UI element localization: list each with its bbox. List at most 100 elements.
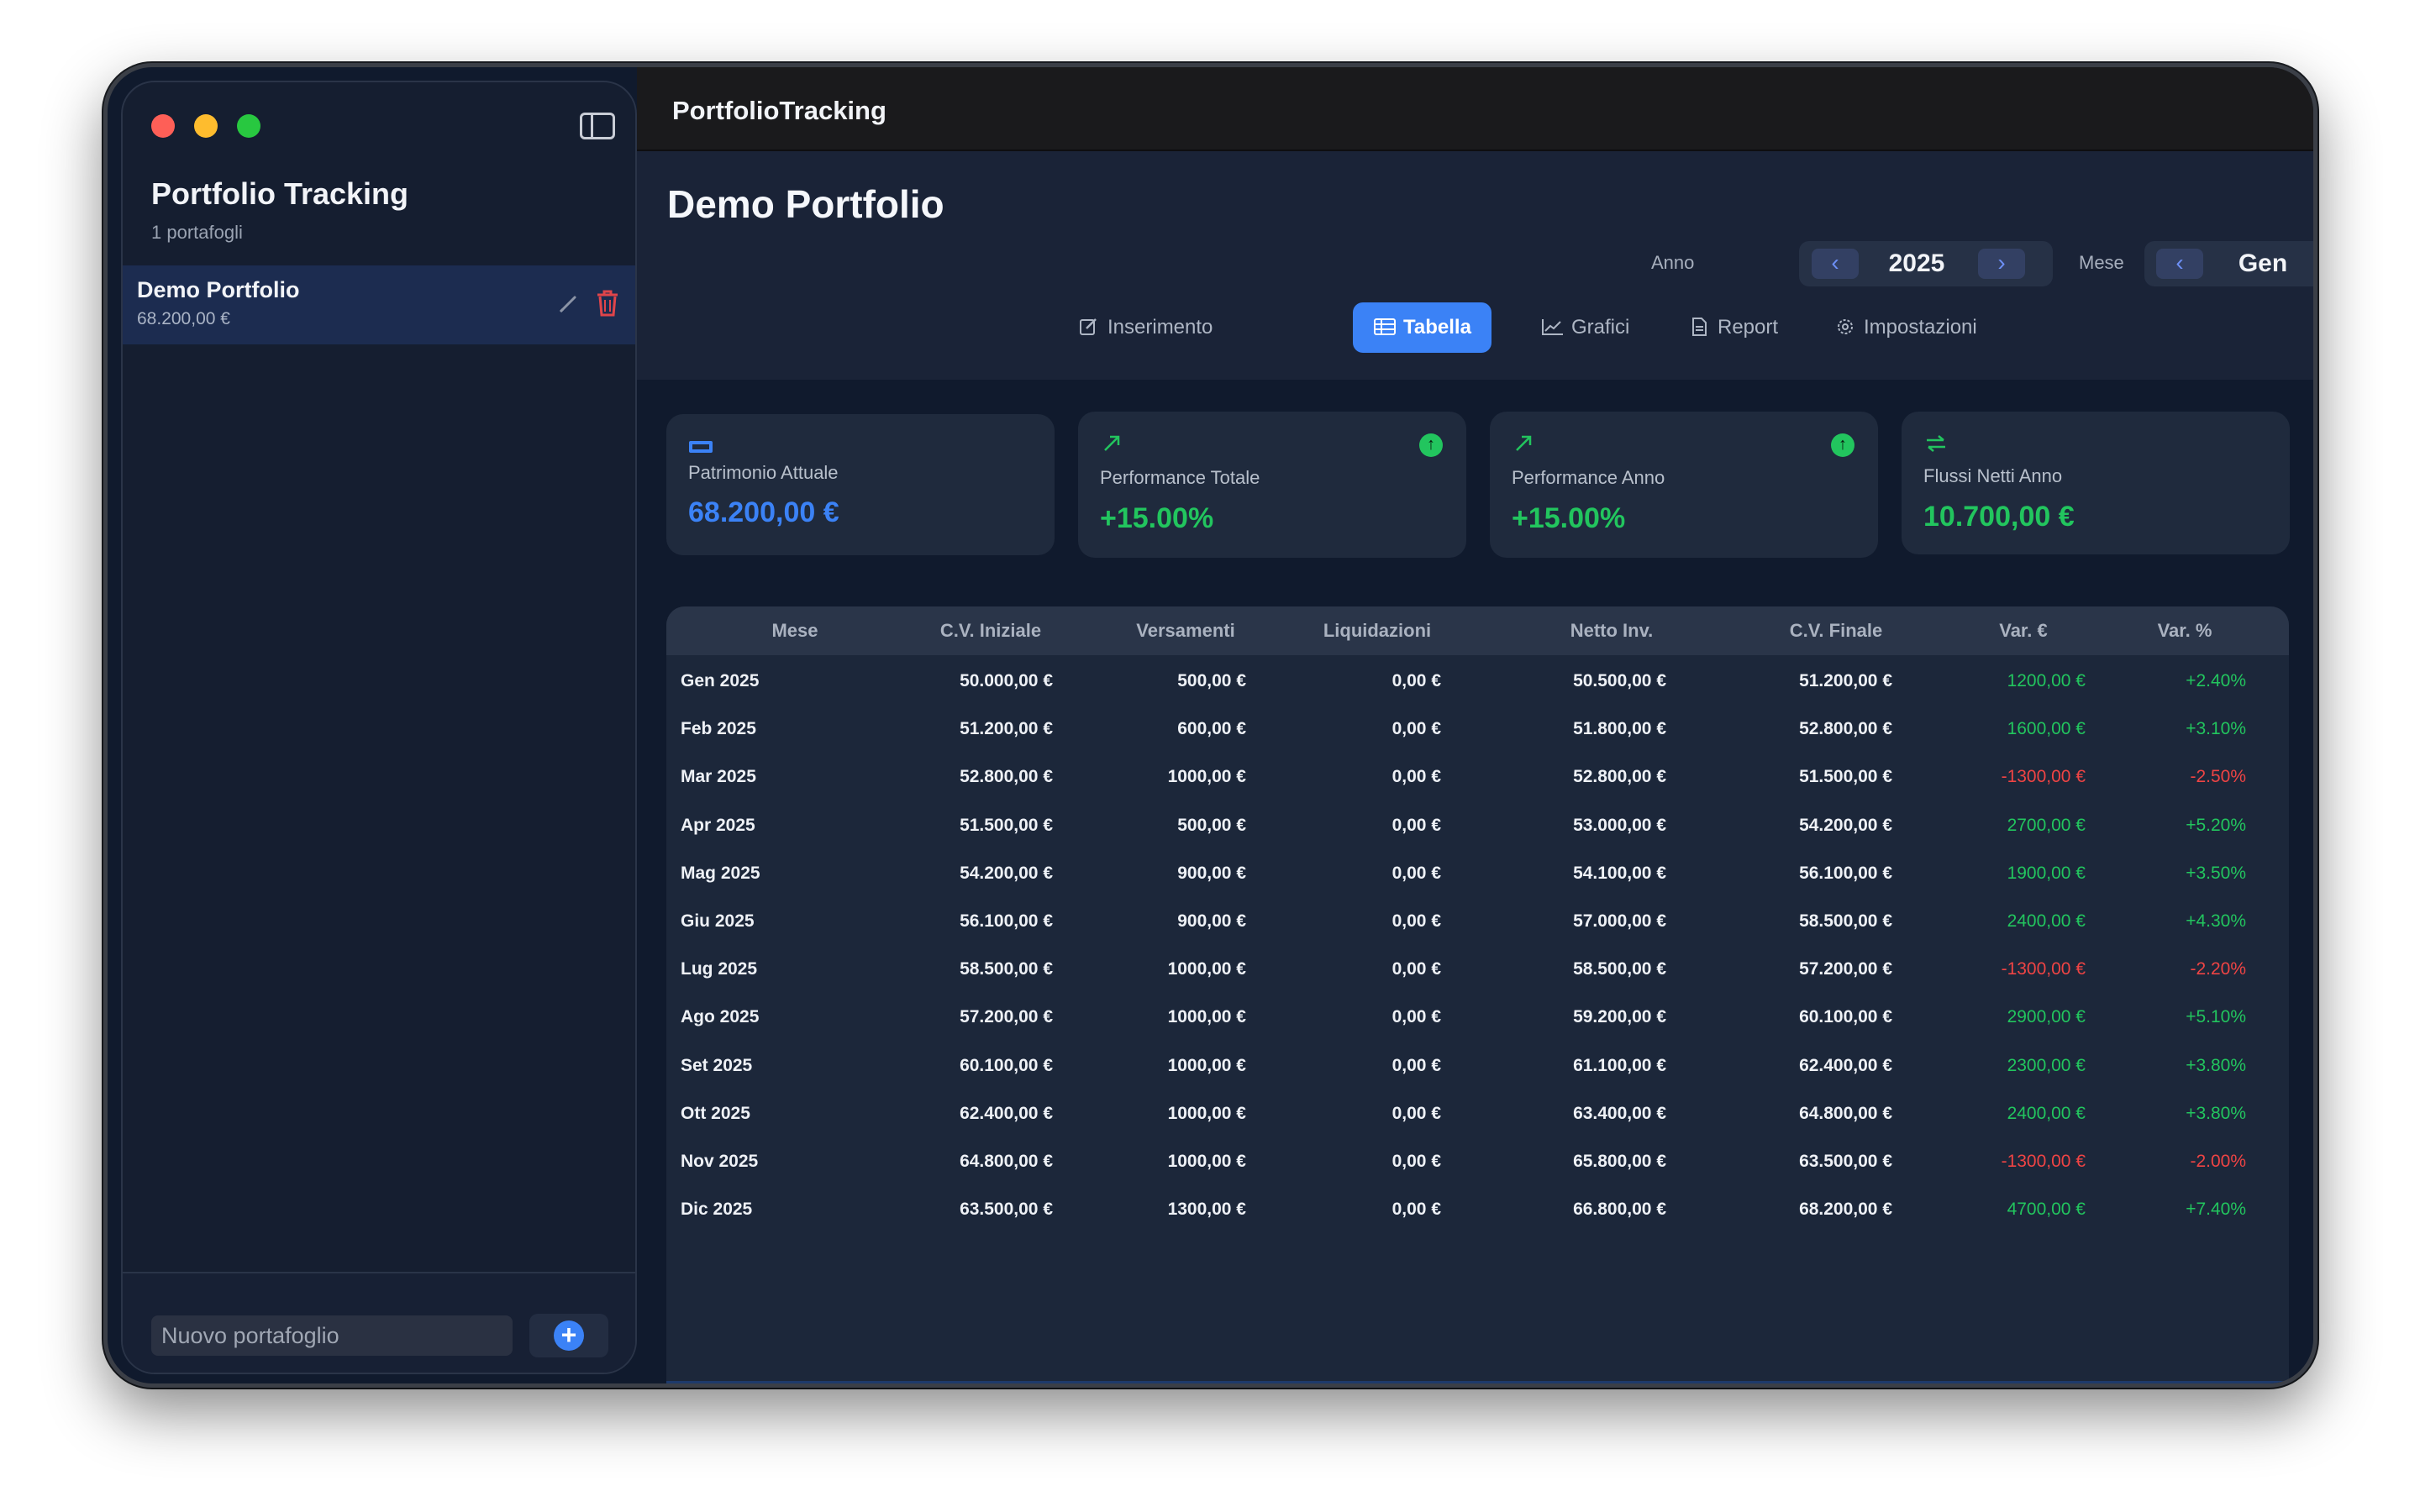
cell-cv-iniziale: 62.400,00 € — [960, 1103, 1053, 1123]
tab-impostazioni[interactable]: Impostazioni — [1813, 302, 1997, 353]
zoom-window-button[interactable] — [237, 114, 260, 138]
cell-var-pct: +5.20% — [2186, 815, 2246, 835]
cell-cv-finale: 56.100,00 € — [1799, 863, 1892, 883]
cell-liquidazioni: 0,00 € — [1392, 671, 1441, 690]
cell-cv-iniziale: 57.200,00 € — [960, 1007, 1053, 1027]
sidebar-item-demo-portfolio[interactable]: Demo Portfolio 68.200,00 € — [123, 265, 635, 344]
app-window: Portfolio Tracking 1 portafogli Demo Por… — [103, 63, 2317, 1388]
monthly-table: Mese C.V. Iniziale Versamenti Liquidazioni N… — [666, 606, 2289, 1383]
table-row[interactable]: Lug 2025 58.500,00 €1000,00 €0,00 €58.500… — [666, 945, 2289, 993]
cell-versamenti: 1000,00 € — [1167, 959, 1246, 979]
trend-up-icon — [1104, 435, 1120, 451]
cell-cv-iniziale: 50.000,00 € — [960, 671, 1053, 690]
month-prev-button[interactable]: ‹ — [2156, 249, 2203, 279]
table-row[interactable]: Gen 2025 50.000,00 €500,00 €0,00 €50.500,… — [666, 657, 2289, 705]
table-row[interactable]: Ott 2025 62.400,00 €1000,00 €0,00 €63.400… — [666, 1089, 2289, 1137]
cell-liquidazioni: 0,00 € — [1392, 1152, 1441, 1171]
cell-var-pct: -2.20% — [2190, 959, 2246, 979]
pencil-icon[interactable] — [556, 291, 581, 316]
table-row[interactable]: Mag 2025 54.200,00 €900,00 €0,00 €54.100,… — [666, 849, 2289, 897]
cell-cv-iniziale: 60.100,00 € — [960, 1055, 1053, 1075]
column-header-versamenti: Versamenti — [1136, 620, 1235, 641]
column-header-cv-finale: C.V. Finale — [1789, 620, 1883, 641]
cell-cv-iniziale: 54.200,00 € — [960, 863, 1053, 883]
table-totals-row: TOTALE-10.700,00 €0,00 €-68.200,00 €18.2… — [666, 1381, 2289, 1383]
table-row[interactable]: Feb 2025 51.200,00 €600,00 €0,00 €51.800,… — [666, 705, 2289, 753]
card-label: Performance Totale — [1100, 467, 1260, 488]
table-row[interactable]: Dic 2025 63.500,00 €1300,00 €0,00 €66.800… — [666, 1185, 2289, 1233]
add-portfolio-button[interactable]: + — [529, 1314, 608, 1357]
table-row[interactable]: Set 2025 60.100,00 €1000,00 €0,00 €61.100… — [666, 1042, 2289, 1089]
cell-var-pct: +4.30% — [2186, 911, 2246, 931]
page-title: Demo Portfolio — [667, 182, 944, 226]
plus-icon: + — [554, 1320, 584, 1351]
cell-var-pct: +15.00% — [2019, 1381, 2238, 1383]
cell-var-pct: +3.80% — [2186, 1103, 2246, 1123]
table-row[interactable]: Ago 2025 57.200,00 €1000,00 €0,00 €59.200… — [666, 993, 2289, 1041]
close-window-button[interactable] — [151, 114, 175, 138]
tab-inserimento[interactable]: Inserimento — [1057, 302, 1233, 353]
tab-tabella[interactable]: Tabella — [1353, 302, 1491, 353]
cell-cv-finale: 51.500,00 € — [1799, 767, 1892, 787]
cell-versamenti: 1300,00 € — [1167, 1200, 1246, 1220]
edit-icon — [1080, 318, 1097, 335]
cell-versamenti: 900,00 € — [1177, 863, 1246, 883]
new-portfolio-input[interactable] — [151, 1315, 513, 1356]
app-title: PortfolioTracking — [672, 96, 886, 125]
cell-cv-finale: 63.500,00 € — [1799, 1152, 1892, 1171]
cell-liquidazioni: 0,00 € — [1392, 1007, 1441, 1027]
year-next-button[interactable]: › — [1978, 249, 2025, 279]
tab-report[interactable]: Report — [1667, 302, 1798, 353]
cell-liquidazioni: 0,00 € — [1392, 815, 1441, 835]
cell-cv-iniziale: 52.800,00 € — [960, 767, 1053, 787]
year-prev-button[interactable]: ‹ — [1812, 249, 1859, 279]
card-label: Performance Anno — [1512, 467, 1665, 488]
cell-liquidazioni: 0,00 € — [1392, 719, 1441, 739]
table-row[interactable]: Giu 2025 56.100,00 €900,00 €0,00 €57.000,… — [666, 897, 2289, 945]
cell-liquidazioni: 0,00 € — [1392, 911, 1441, 931]
cell-liquidazioni: 0,00 € — [1392, 1055, 1441, 1075]
arrow-up-circle-icon: ↑ — [1419, 433, 1443, 457]
trash-icon[interactable] — [595, 289, 620, 318]
column-header-var-pct: Var. % — [2157, 620, 2212, 641]
cell-netto-inv: 66.800,00 € — [1573, 1200, 1666, 1220]
tab-label: Impostazioni — [1864, 316, 1977, 339]
card-label: Patrimonio Attuale — [688, 462, 839, 483]
cell-netto-inv: 59.200,00 € — [1573, 1007, 1666, 1027]
tab-grafici[interactable]: Grafici — [1521, 302, 1649, 353]
portfolio-name: Demo Portfolio — [137, 277, 300, 302]
table-row[interactable]: Apr 2025 51.500,00 €500,00 €0,00 €53.000,… — [666, 801, 2289, 849]
column-header-cv-iniziale: C.V. Iniziale — [939, 620, 1042, 641]
sidebar-toggle-icon[interactable] — [580, 113, 615, 139]
trend-up-icon — [1516, 435, 1532, 451]
cell-netto-inv: 57.000,00 € — [1573, 911, 1666, 931]
cell-var-pct: +3.10% — [2186, 719, 2246, 739]
content-header: Demo Portfolio Anno ‹ 2025 › Mese ‹ Gen … — [637, 151, 2313, 380]
cell-cv-finale: 64.800,00 € — [1799, 1103, 1892, 1123]
tab-label: Tabella — [1403, 316, 1471, 339]
cell-versamenti: 500,00 € — [1177, 815, 1246, 835]
cell-cv-finale: 52.800,00 € — [1799, 719, 1892, 739]
column-header-liquidazioni: Liquidazioni — [1323, 620, 1432, 641]
table-row[interactable]: Mar 2025 52.800,00 €1000,00 €0,00 €52.800… — [666, 753, 2289, 801]
cell-netto-inv: - — [1439, 1381, 1658, 1383]
card-value: 10.700,00 € — [1923, 501, 2075, 533]
document-icon — [1692, 318, 1707, 336]
cell-versamenti: 900,00 € — [1177, 911, 1246, 931]
money-icon — [689, 441, 713, 453]
cell-cv-finale: 54.200,00 € — [1799, 815, 1892, 835]
card-performance-totale: ↑ Performance Totale +15.00% — [1078, 412, 1466, 558]
cell-liquidazioni: 0,00 € — [1214, 1381, 1433, 1383]
card-performance-anno: ↑ Performance Anno +15.00% — [1490, 412, 1878, 558]
table-row[interactable]: Nov 2025 64.800,00 €1000,00 €0,00 €65.800… — [666, 1137, 2289, 1185]
cell-liquidazioni: 0,00 € — [1392, 1200, 1441, 1220]
cell-netto-inv: 63.400,00 € — [1573, 1103, 1666, 1123]
minimize-window-button[interactable] — [194, 114, 218, 138]
sidebar-subtitle: 1 portafogli — [151, 222, 243, 243]
cell-liquidazioni: 0,00 € — [1392, 959, 1441, 979]
cell-var-pct: +2.40% — [2186, 671, 2246, 690]
title-bar: PortfolioTracking — [637, 67, 2313, 151]
portfolio-value: 68.200,00 € — [137, 309, 230, 328]
month-label: Mese — [2079, 252, 2124, 273]
cell-var-pct: +3.80% — [2186, 1055, 2246, 1075]
